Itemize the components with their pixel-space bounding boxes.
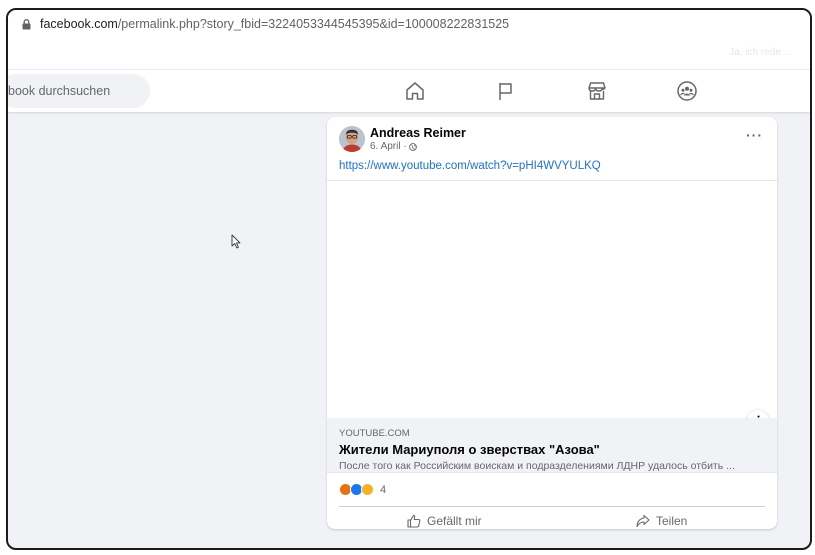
share-icon [636,514,650,528]
flag-icon[interactable] [495,80,517,102]
reactions-summary[interactable]: 4 [339,483,386,496]
post-date[interactable]: 6. April · [370,141,407,152]
bookmarks-bar: Ja, ich rede ... [8,38,810,70]
link-description: После того как Российским воискам и подр… [339,460,735,472]
like-label: Gefällt mir [427,514,482,528]
share-label: Teilen [656,514,688,528]
share-button[interactable]: Teilen [636,512,687,529]
marketplace-icon[interactable] [586,80,608,102]
reaction-count: 4 [380,483,387,496]
search-input[interactable]: book durchsuchen [8,74,150,108]
post-link[interactable]: https://www.youtube.com/watch?v=pHI4WVYU… [339,160,601,172]
haha-reaction-icon [361,483,374,496]
url-text[interactable]: facebook.com/permalink.php?story_fbid=32… [40,17,509,31]
divider [339,506,765,507]
search-placeholder: book durchsuchen [8,84,111,98]
more-options-button[interactable]: ··· [746,127,763,143]
like-button[interactable]: Gefällt mir [407,512,482,529]
home-icon[interactable] [404,80,426,102]
mouse-cursor-icon [231,234,241,249]
url-host: facebook.com [40,17,118,31]
url-path: /permalink.php?story_fbid=32240533445453… [117,17,510,31]
author-name[interactable]: Andreas Reimer [370,126,466,140]
link-preview-info[interactable]: YOUTUBE.COM Жители Мариуполя о зверствах… [327,418,777,473]
browser-window: facebook.com/permalink.php?story_fbid=32… [6,8,812,550]
globe-icon [408,142,417,151]
post-meta: 6. April · [370,141,417,152]
thumbs-up-icon [407,514,421,528]
post-card: Andreas Reimer 6. April · ··· https://ww… [327,117,777,529]
link-title: Жители Мариуполя о зверствах "Азова" [339,442,600,457]
lock-icon [22,18,31,29]
groups-icon[interactable] [676,80,698,102]
address-bar[interactable]: facebook.com/permalink.php?story_fbid=32… [8,10,810,38]
facebook-top-nav: book durchsuchen [8,70,810,112]
link-domain: YOUTUBE.COM [339,428,410,439]
video-preview[interactable] [327,180,777,418]
avatar[interactable] [339,126,365,152]
bookmark-item[interactable]: Ja, ich rede ... [729,47,792,58]
